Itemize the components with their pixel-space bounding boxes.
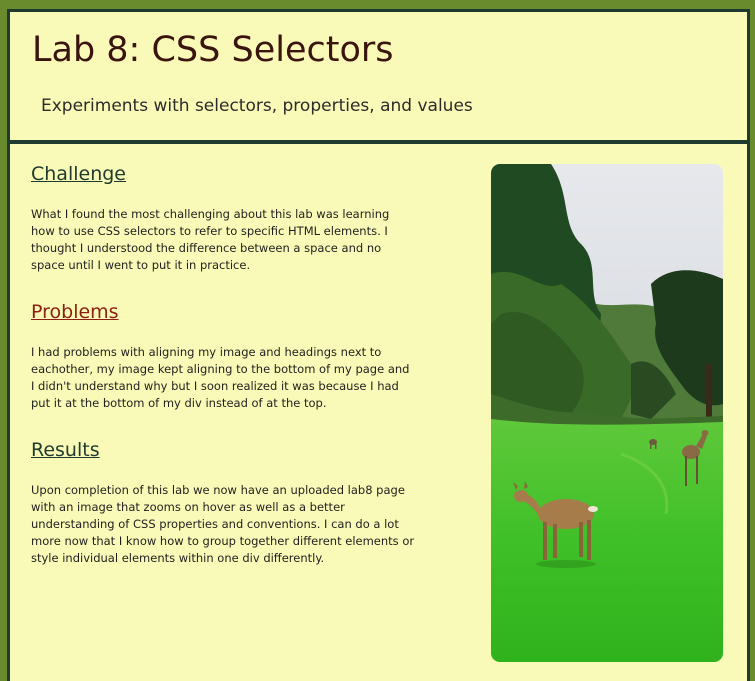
problems-text: I had problems with aligning my image an… [31,345,410,410]
page-container: Lab 8: CSS Selectors Experiments with se… [7,9,750,681]
page-header: Lab 8: CSS Selectors Experiments with se… [10,12,747,144]
deer-photo[interactable] [491,164,723,662]
page-title: Lab 8: CSS Selectors [32,30,394,70]
main-content: Challenge What I found the most challeng… [10,144,747,681]
problems-heading: Problems [31,301,119,323]
page-subtitle: Experiments with selectors, properties, … [41,96,473,116]
challenge-text: What I found the most challenging about … [31,207,390,272]
results-heading: Results [31,439,100,461]
challenge-heading: Challenge [31,163,126,185]
results-text: Upon completion of this lab we now have … [31,483,415,565]
